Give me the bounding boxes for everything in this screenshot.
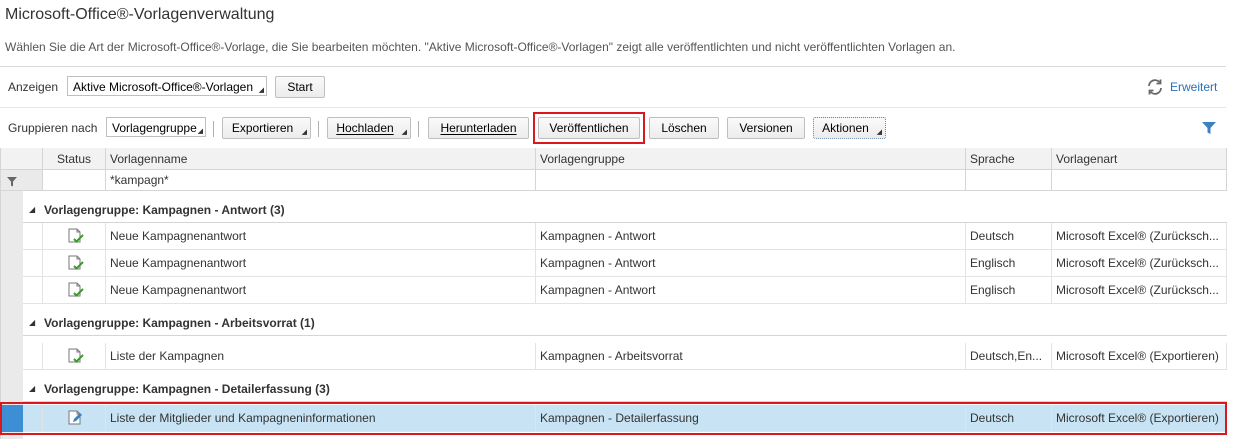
versions-button[interactable]: Versionen <box>727 117 805 139</box>
status-cell <box>43 343 106 370</box>
published-icon <box>68 255 84 270</box>
filter-icon[interactable] <box>1201 120 1217 136</box>
publish-button[interactable]: Veröffentlichen <box>538 117 640 139</box>
page-description: Wählen Sie die Art der Microsoft-Office®… <box>5 40 956 54</box>
header-group[interactable]: Vorlagengruppe <box>536 148 966 170</box>
language-cell: Englisch <box>966 277 1052 304</box>
language-cell: Englisch <box>966 250 1052 277</box>
group-by-label: Gruppieren nach <box>8 121 98 135</box>
group-by-value: Vorlagengruppe <box>112 121 197 135</box>
group-cell: Kampagnen - Detailerfassung <box>536 405 966 432</box>
toolbar-separator <box>318 121 319 137</box>
show-select-value: Aktive Microsoft-Office®-Vorlagen <box>73 80 254 94</box>
download-label: Herunterladen <box>440 121 517 135</box>
name-cell: Neue Kampagnenantwort <box>106 250 536 277</box>
type-cell: Microsoft Excel® (Zurücksch... <box>1052 250 1227 277</box>
row-selector[interactable] <box>23 405 43 432</box>
type-cell: Microsoft Excel® (Exportieren) <box>1052 405 1227 432</box>
type-cell: Microsoft Excel® (Zurücksch... <box>1052 223 1227 250</box>
filter-type-input[interactable] <box>1052 170 1227 191</box>
show-select[interactable]: Aktive Microsoft-Office®-Vorlagen ◢ <box>67 76 267 96</box>
filter-name-input[interactable]: *kampagn* <box>106 170 536 191</box>
page-title: Microsoft-Office®-Vorlagenverwaltung <box>5 6 275 23</box>
selected-row-marker <box>1 405 23 432</box>
group-label: Vorlagengruppe: Kampagnen - Detailerfass… <box>44 382 330 396</box>
published-icon <box>68 348 84 363</box>
table-row[interactable]: Liste der Kampagnen Kampagnen - Arbeitsv… <box>23 343 1227 370</box>
start-button[interactable]: Start <box>275 76 325 98</box>
name-cell: Liste der Kampagnen <box>106 343 536 370</box>
table-row[interactable]: Neue Kampagnenantwort Kampagnen - Antwor… <box>23 223 1227 250</box>
refresh-icon[interactable] <box>1145 77 1165 97</box>
published-icon <box>68 282 84 297</box>
header-name[interactable]: Vorlagenname <box>106 148 536 170</box>
advanced-link[interactable]: Erweitert <box>1170 80 1217 94</box>
table-row[interactable]: Neue Kampagnenantwort Kampagnen - Antwor… <box>23 250 1227 277</box>
collapse-icon[interactable]: ◢ <box>29 370 35 408</box>
group-header[interactable]: ◢ Vorlagengruppe: Kampagnen - Arbeitsvor… <box>23 304 1227 336</box>
filter-icon[interactable] <box>6 176 18 188</box>
dropdown-icon: ◢ <box>197 128 203 135</box>
filter-status[interactable] <box>43 170 106 191</box>
filter-language-input[interactable] <box>966 170 1052 191</box>
filter-row-selector <box>1 170 43 191</box>
name-cell: Liste der Mitglieder und Kampagneninform… <box>106 405 536 432</box>
published-icon <box>68 228 84 243</box>
filter-group-input[interactable] <box>536 170 966 191</box>
row-selector[interactable] <box>23 277 43 304</box>
upload-button[interactable]: Hochladen ◢ <box>327 117 411 139</box>
name-cell: Neue Kampagnenantwort <box>106 277 536 304</box>
group-by-select[interactable]: Vorlagengruppe ◢ <box>106 117 206 137</box>
language-cell: Deutsch,En... <box>966 343 1052 370</box>
collapse-icon[interactable]: ◢ <box>29 304 35 342</box>
status-cell <box>43 250 106 277</box>
row-selector[interactable] <box>23 250 43 277</box>
group-header[interactable]: ◢ Vorlagengruppe: Kampagnen - Detailerfa… <box>23 370 1227 402</box>
header-language[interactable]: Sprache <box>966 148 1052 170</box>
group-cell: Kampagnen - Antwort <box>536 277 966 304</box>
group-cell: Kampagnen - Antwort <box>536 250 966 277</box>
show-label: Anzeigen <box>8 80 59 94</box>
toolbar-separator <box>418 121 419 137</box>
group-label: Vorlagengruppe: Kampagnen - Arbeitsvorra… <box>44 316 315 330</box>
actions-label: Aktionen <box>822 121 869 135</box>
status-cell <box>43 277 106 304</box>
header-type[interactable]: Vorlagenart <box>1052 148 1227 170</box>
group-header[interactable]: ◢ Vorlagengruppe: Kampagnen - Antwort (3… <box>23 191 1227 223</box>
row-selector[interactable] <box>23 343 43 370</box>
export-button[interactable]: Exportieren ◢ <box>222 117 311 139</box>
group-cell: Kampagnen - Antwort <box>536 223 966 250</box>
divider <box>0 107 1226 108</box>
edit-icon <box>68 410 82 425</box>
header-status[interactable]: Status <box>43 148 106 170</box>
type-cell: Microsoft Excel® (Zurücksch... <box>1052 277 1227 304</box>
status-cell <box>43 405 106 432</box>
row-selector-column <box>1 191 23 439</box>
delete-button[interactable]: Löschen <box>649 117 719 139</box>
table-row[interactable]: Neue Kampagnenantwort Kampagnen - Antwor… <box>23 277 1227 304</box>
dropdown-icon: ◢ <box>876 129 882 136</box>
download-button[interactable]: Herunterladen <box>428 117 529 139</box>
toolbar-separator <box>213 121 214 137</box>
header-selector <box>1 148 43 170</box>
type-cell: Microsoft Excel® (Exportieren) <box>1052 343 1227 370</box>
actions-button[interactable]: Aktionen ◢ <box>813 117 886 139</box>
row-selector[interactable] <box>23 223 43 250</box>
divider <box>0 66 1226 67</box>
language-cell: Deutsch <box>966 223 1052 250</box>
language-cell: Deutsch <box>966 405 1052 432</box>
upload-label: Hochladen <box>336 121 394 135</box>
name-cell: Neue Kampagnenantwort <box>106 223 536 250</box>
dropdown-icon: ◢ <box>301 129 307 136</box>
group-cell: Kampagnen - Arbeitsvorrat <box>536 343 966 370</box>
template-table: Status Vorlagenname Vorlagengruppe Sprac… <box>0 148 1227 439</box>
dropdown-icon: ◢ <box>258 87 264 94</box>
dropdown-icon: ◢ <box>401 129 407 136</box>
status-cell <box>43 223 106 250</box>
export-label: Exportieren <box>231 121 294 135</box>
table-row-selected[interactable]: Liste der Mitglieder und Kampagneninform… <box>23 405 1227 432</box>
